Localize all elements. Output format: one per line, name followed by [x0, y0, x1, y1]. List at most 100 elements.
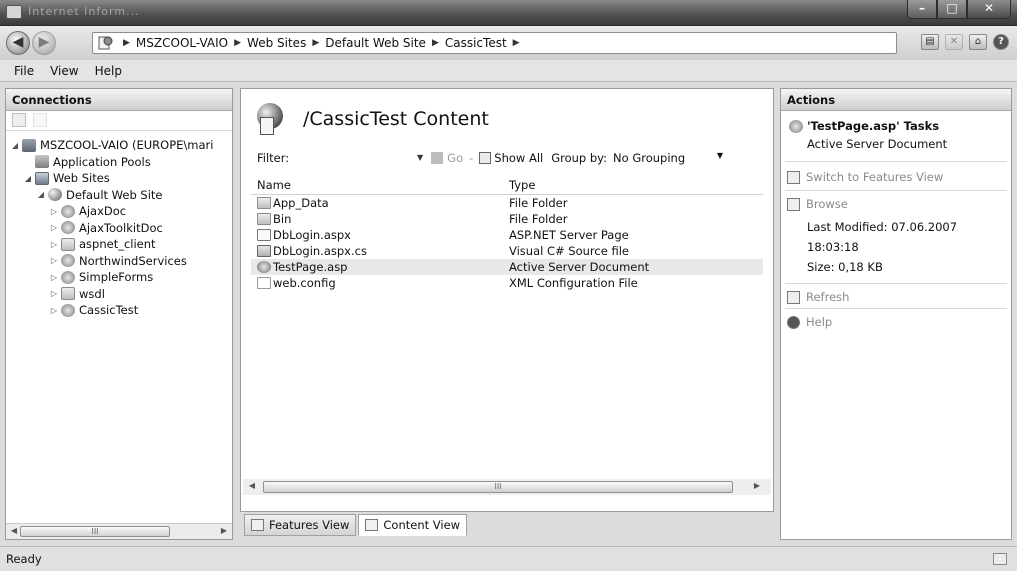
- go-button[interactable]: Go: [447, 151, 463, 165]
- help-link[interactable]: Help: [785, 313, 1007, 331]
- breadcrumb-separator-icon: ▶: [312, 38, 320, 48]
- scroll-right-icon[interactable]: ▶: [751, 481, 763, 493]
- tree-item[interactable]: ◢ Default Web Site: [6, 187, 232, 204]
- menu-view[interactable]: View: [42, 64, 86, 78]
- content-list: Name Type App_Data File Folder Bin File Fol…: [251, 175, 763, 291]
- stop-icon[interactable]: ✕: [945, 34, 963, 50]
- list-item-name: web.config: [273, 276, 336, 290]
- collapsed-arrow-icon[interactable]: ▷: [49, 273, 59, 282]
- tree-item[interactable]: ◢ Web Sites: [6, 170, 232, 187]
- tree-item[interactable]: ▷ SimpleForms: [6, 269, 232, 286]
- switch-to-features-view-link[interactable]: Switch to Features View: [785, 168, 1007, 186]
- home-icon[interactable]: ⌂: [969, 34, 987, 50]
- status-text: Ready: [6, 552, 42, 566]
- list-item-name-cell: Bin: [251, 212, 509, 226]
- breadcrumb-item-server[interactable]: MSZCOOL-VAIO: [136, 36, 228, 50]
- application-icon: [61, 270, 75, 284]
- tree-item[interactable]: Application Pools: [6, 154, 232, 171]
- connections-tree: ◢ MSZCOOL-VAIO (EUROPE\mari Application Po…: [6, 131, 232, 319]
- scrollbar-thumb[interactable]: III: [263, 481, 733, 493]
- tab-label: Content View: [383, 518, 461, 532]
- list-item[interactable]: Bin File Folder: [251, 211, 763, 227]
- expanded-arrow-icon[interactable]: ◢: [10, 141, 20, 150]
- collapsed-arrow-icon[interactable]: ▷: [49, 207, 59, 216]
- list-item[interactable]: App_Data File Folder: [251, 195, 763, 211]
- list-item-type: XML Configuration File: [509, 276, 638, 290]
- breadcrumb-item-cassictest[interactable]: CassicTest: [445, 36, 507, 50]
- csharp-file-icon: [257, 245, 271, 257]
- window-controls: – □ ✕: [907, 0, 1011, 20]
- close-button[interactable]: ✕: [967, 0, 1011, 19]
- maximize-button[interactable]: □: [937, 0, 967, 19]
- tab-content-view[interactable]: Content View: [358, 514, 468, 536]
- list-item-name: DbLogin.aspx.cs: [273, 244, 367, 258]
- menu-help[interactable]: Help: [87, 64, 130, 78]
- column-header-name[interactable]: Name: [251, 178, 509, 192]
- browse-link[interactable]: Browse: [785, 195, 1007, 213]
- list-item-type: File Folder: [509, 212, 568, 226]
- asp-document-icon: [257, 261, 271, 273]
- refresh-icon: [787, 290, 800, 304]
- expanded-arrow-icon[interactable]: ◢: [23, 174, 33, 183]
- content-panel: /CassicTest Content Filter: ▼ Go - Show …: [240, 88, 774, 512]
- tree-item[interactable]: ▷ AjaxDoc: [6, 203, 232, 220]
- filter-input[interactable]: ▼: [293, 149, 423, 167]
- breadcrumb[interactable]: ▶ MSZCOOL-VAIO ▶ Web Sites ▶ Default Web…: [92, 32, 897, 54]
- collapsed-arrow-icon[interactable]: ▷: [49, 256, 59, 265]
- tree-item[interactable]: ◢ MSZCOOL-VAIO (EUROPE\mari: [6, 137, 232, 154]
- view-icon[interactable]: ▤: [921, 34, 939, 50]
- save-connections-icon[interactable]: [32, 113, 47, 127]
- list-item[interactable]: DbLogin.aspx.cs Visual C# Source file: [251, 243, 763, 259]
- list-item[interactable]: TestPage.asp Active Server Document: [251, 259, 763, 275]
- filter-bar: Filter: ▼ Go - Show All Group by: No Gro…: [251, 147, 763, 169]
- connections-hscrollbar[interactable]: ◀ III ▶: [6, 523, 232, 539]
- back-button[interactable]: ◀: [6, 31, 30, 55]
- column-header-type[interactable]: Type: [509, 178, 763, 192]
- list-item-name-cell: App_Data: [251, 196, 509, 210]
- address-toolbar: ▤ ✕ ⌂ ?: [921, 34, 1009, 50]
- collapsed-arrow-icon[interactable]: ▷: [49, 240, 59, 249]
- action-label: Help: [806, 315, 833, 329]
- breadcrumb-item-default-web-site[interactable]: Default Web Site: [325, 36, 426, 50]
- collapsed-arrow-icon[interactable]: ▷: [49, 289, 59, 298]
- tab-label: Features View: [269, 518, 350, 532]
- page-title: /CassicTest Content: [303, 108, 489, 130]
- filter-label: Filter:: [257, 151, 290, 165]
- action-label: Switch to Features View: [806, 170, 944, 184]
- show-all-button[interactable]: Show All: [479, 151, 543, 165]
- window-title: Internet Inform...: [28, 5, 140, 18]
- tree-item[interactable]: ▷ aspnet_client: [6, 236, 232, 253]
- content-hscrollbar[interactable]: ◀ III ▶: [243, 479, 771, 495]
- collapsed-arrow-icon[interactable]: ▷: [49, 306, 59, 315]
- task-heading: 'TestPage.asp' Tasks Active Server Docum…: [785, 117, 1007, 153]
- breadcrumb-separator-icon: ▶: [234, 38, 242, 48]
- last-modified-text: Last Modified: 07.06.2007 18:03:18: [807, 220, 958, 254]
- list-item[interactable]: web.config XML Configuration File: [251, 275, 763, 291]
- browse-icon: [787, 197, 800, 211]
- scroll-right-icon[interactable]: ▶: [218, 526, 230, 538]
- scroll-left-icon[interactable]: ◀: [246, 481, 258, 493]
- menu-file[interactable]: File: [6, 64, 42, 78]
- help-icon[interactable]: ?: [993, 34, 1009, 50]
- tree-item[interactable]: ▷ wsdl: [6, 286, 232, 303]
- collapsed-arrow-icon[interactable]: ▷: [49, 223, 59, 232]
- group-by-control[interactable]: Group by: No Grouping ▼: [551, 151, 723, 165]
- chevron-down-icon: ▼: [716, 151, 724, 160]
- tree-item-label: AjaxDoc: [79, 204, 127, 219]
- refresh-link[interactable]: Refresh: [785, 288, 1007, 306]
- group-by-select[interactable]: No Grouping ▼: [613, 151, 723, 165]
- aspx-page-icon: [257, 229, 271, 241]
- tree-item[interactable]: ▷ AjaxToolkitDoc: [6, 220, 232, 237]
- tree-item[interactable]: ▷ CassicTest: [6, 302, 232, 319]
- minimize-button[interactable]: –: [907, 0, 937, 19]
- forward-button[interactable]: ▶: [32, 31, 56, 55]
- scroll-left-icon[interactable]: ◀: [8, 526, 20, 538]
- tree-item[interactable]: ▷ NorthwindServices: [6, 253, 232, 270]
- tab-features-view[interactable]: Features View: [244, 514, 357, 536]
- breadcrumb-item-web-sites[interactable]: Web Sites: [247, 36, 306, 50]
- connect-icon[interactable]: [12, 113, 26, 127]
- help-icon: [787, 315, 800, 329]
- scrollbar-thumb[interactable]: III: [20, 526, 170, 537]
- expanded-arrow-icon[interactable]: ◢: [36, 190, 46, 199]
- list-item[interactable]: DbLogin.aspx ASP.NET Server Page: [251, 227, 763, 243]
